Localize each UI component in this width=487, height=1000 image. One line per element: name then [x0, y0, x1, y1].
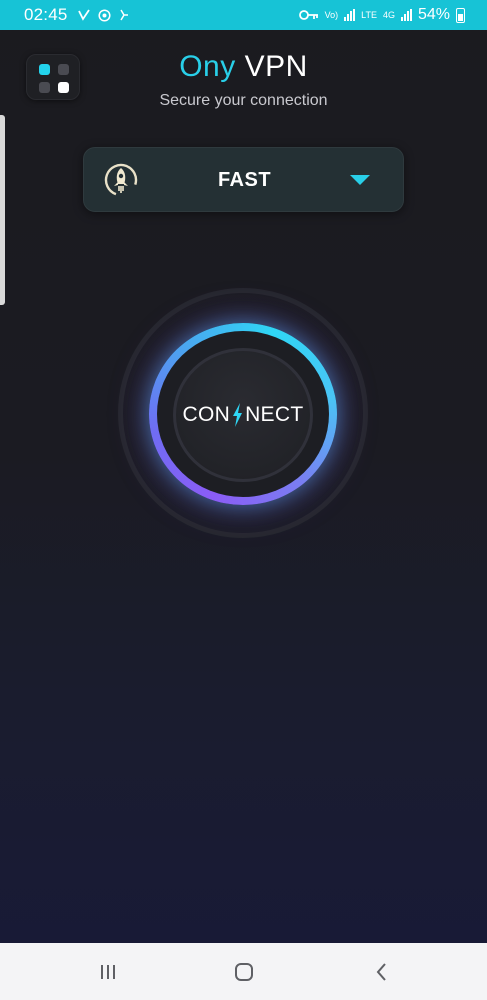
connect-button-area: CON NECT — [118, 288, 368, 538]
connect-button[interactable]: CON NECT — [173, 348, 313, 482]
bolt-icon — [233, 403, 243, 427]
status-right: Vo) LTE 4G 54% — [298, 6, 465, 24]
signal-icon — [344, 9, 356, 21]
connect-label-left: CON — [182, 403, 231, 426]
recents-icon[interactable] — [96, 960, 120, 984]
system-nav-bar — [0, 943, 487, 1000]
chevron-down-icon — [350, 175, 370, 185]
vpn-key-icon — [298, 10, 318, 20]
app-subtitle: Secure your connection — [159, 92, 328, 109]
status-time: 02:45 — [24, 5, 68, 24]
back-icon[interactable] — [370, 960, 394, 984]
status-left-icons — [77, 8, 129, 22]
notification-icon — [119, 9, 128, 21]
lte-label: LTE — [361, 10, 377, 20]
signal-icon-2 — [400, 9, 412, 21]
4g-label: 4G — [382, 10, 395, 20]
battery-percent: 54% — [417, 6, 450, 23]
volte-label: Vo) — [324, 9, 339, 20]
app-title-accent: Ony — [179, 50, 236, 83]
server-selector-dropdown[interactable]: FAST — [83, 147, 404, 212]
connect-label: CON NECT — [183, 403, 304, 427]
app-title-rest: VPN — [244, 50, 308, 83]
edge-panel-handle[interactable] — [0, 115, 5, 305]
whatsapp-icon — [97, 8, 111, 22]
app-screen: 02:45 Vo) LTE 4G 54% Ony VPN Secure your… — [0, 0, 487, 1000]
app-title: Ony VPN — [0, 50, 487, 84]
battery-icon — [456, 7, 465, 23]
status-bar: 02:45 Vo) LTE 4G 54% — [0, 0, 487, 30]
check-icon — [77, 9, 90, 21]
home-icon[interactable] — [232, 960, 256, 984]
connect-label-right: NECT — [245, 403, 304, 426]
